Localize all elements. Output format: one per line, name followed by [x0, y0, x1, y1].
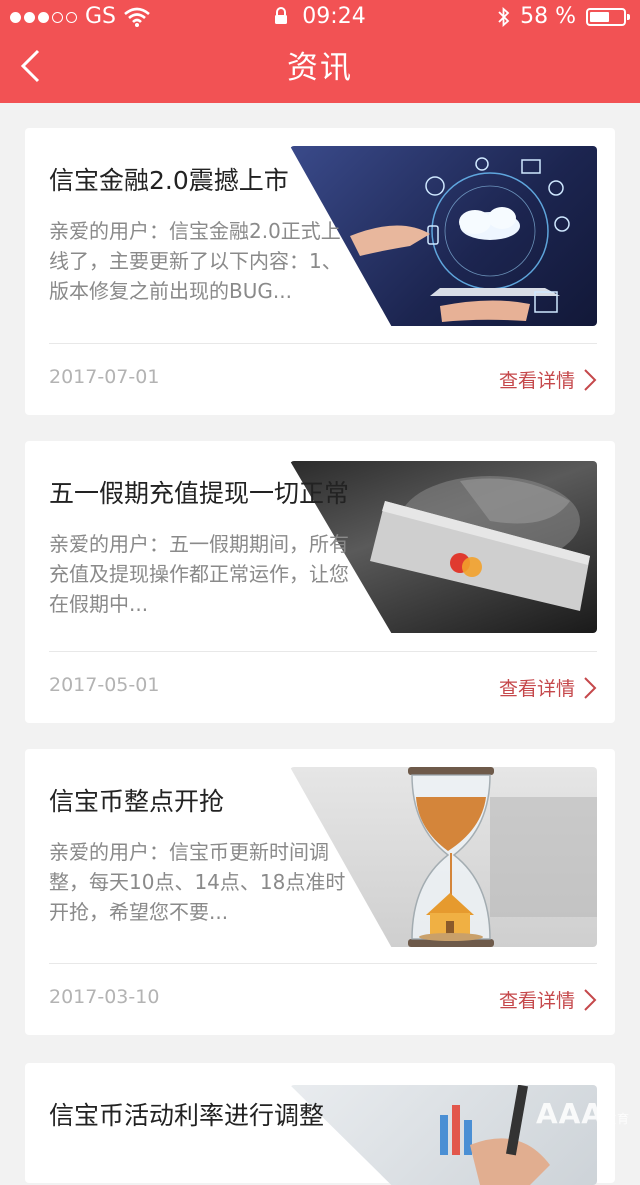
- news-headline: 信宝币活动利率进行调整: [49, 1101, 325, 1130]
- news-card[interactable]: 信宝金融2.0震撼上市 亲爱的用户：信宝金融2.0正式上线了，主要更新了以下内容…: [25, 128, 615, 415]
- view-details-link[interactable]: 查看详情: [499, 986, 597, 1013]
- battery-percent: 58 %: [520, 4, 576, 29]
- watermark-logo: AAA教育: [535, 1097, 630, 1130]
- news-summary: 亲爱的用户：信宝金融2.0正式上线了，主要更新了以下内容：1、版本修复之前出现的…: [49, 219, 342, 303]
- news-summary: 亲爱的用户：信宝币更新时间调整，每天10点、14点、18点准时开抢，希望您不要.…: [49, 840, 346, 924]
- chevron-right-icon: [584, 988, 597, 1011]
- status-bar: GS 09:24 58 %: [0, 0, 640, 34]
- nav-bar: 资讯: [0, 34, 640, 103]
- news-headline: 五一假期充值提现一切正常: [49, 479, 350, 508]
- lock-icon: [275, 7, 288, 24]
- news-date: 2017-05-01: [49, 674, 160, 696]
- view-details-label: 查看详情: [498, 370, 575, 392]
- news-card[interactable]: 五一假期充值提现一切正常 亲爱的用户：五一假期期间，所有充值及提现操作都正常运作…: [25, 441, 615, 723]
- view-details-link[interactable]: 查看详情: [499, 366, 597, 393]
- news-date: 2017-07-01: [49, 366, 160, 388]
- news-headline: 信宝金融2.0震撼上市: [49, 166, 289, 195]
- battery-icon: [586, 8, 630, 26]
- news-summary: 亲爱的用户：五一假期期间，所有充值及提现操作都正常运作，让您在假期中...: [49, 532, 349, 616]
- time-label: 09:24: [302, 4, 366, 29]
- news-card[interactable]: 信宝币整点开抢 亲爱的用户：信宝币更新时间调整，每天10点、14点、18点准时开…: [25, 749, 615, 1035]
- view-details-label: 查看详情: [498, 678, 575, 700]
- chevron-right-icon: [584, 676, 597, 699]
- view-details-link[interactable]: 查看详情: [499, 674, 597, 701]
- status-right: 58 %: [498, 0, 630, 34]
- divider: [49, 651, 597, 652]
- view-details-label: 查看详情: [498, 990, 575, 1012]
- divider: [49, 963, 597, 964]
- news-date: 2017-03-10: [49, 986, 160, 1008]
- divider: [49, 343, 597, 344]
- header: GS 09:24 58 % 资讯: [0, 0, 640, 103]
- news-headline: 信宝币整点开抢: [49, 787, 225, 816]
- chevron-right-icon: [584, 368, 597, 391]
- page-title: 资讯: [287, 50, 353, 86]
- news-card[interactable]: 信宝币活动利率进行调整: [25, 1063, 615, 1185]
- bluetooth-icon: [498, 7, 510, 27]
